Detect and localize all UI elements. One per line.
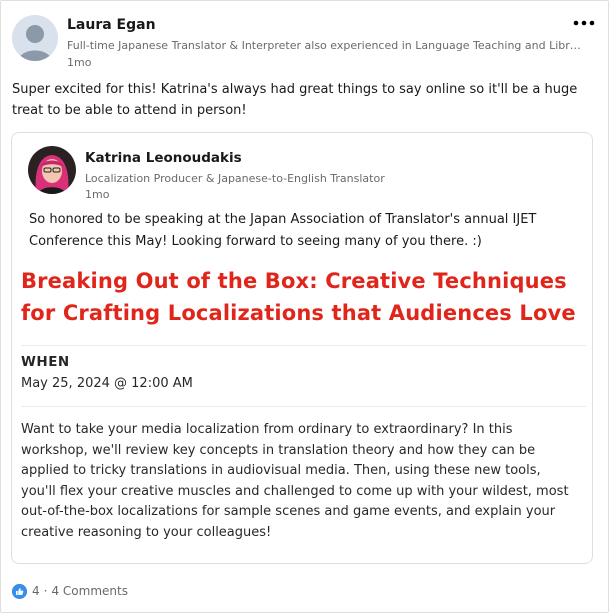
post-timestamp: 1mo [67,56,92,69]
person-placeholder-icon [12,15,58,61]
divider [21,406,586,407]
shared-post-text: So honored to be speaking at the Japan A… [29,212,537,249]
more-horizontal-icon [573,20,595,26]
shared-author-headline: Localization Producer & Japanese-to-Engl… [85,172,385,185]
shared-author-name[interactable]: Katrina Leonoudakis [85,150,242,166]
feed-post: Laura Egan Full-time Japanese Translator… [0,0,609,613]
author-avatar[interactable] [12,15,58,61]
author-name[interactable]: Laura Egan [67,17,156,33]
author-headline: Full-time Japanese Translator & Interpre… [67,39,587,52]
shared-post-card[interactable]: Katrina Leonoudakis Localization Produce… [11,132,593,564]
thumbs-up-icon [12,583,27,599]
shared-author-avatar[interactable] [28,146,76,194]
shared-post-timestamp: 1mo [85,188,110,201]
event-title[interactable]: Breaking Out of the Box: Creative Techni… [21,265,586,329]
divider [21,345,586,346]
like-icon [12,583,27,599]
event-description: Want to take your media localization fro… [21,422,569,540]
event-date: May 25, 2024 @ 12:00 AM [21,376,193,391]
profile-photo [28,146,76,194]
social-counts: 4 · 4 Comments [12,581,128,601]
comments-count-link[interactable]: 4 Comments [51,584,128,598]
event-when-label: WHEN [21,354,70,370]
reaction-count[interactable]: 4 [32,584,40,598]
more-options-button[interactable] [570,15,598,31]
post-text: Super excited for this! Katrina's always… [12,82,578,118]
separator-dot: · [43,584,48,598]
